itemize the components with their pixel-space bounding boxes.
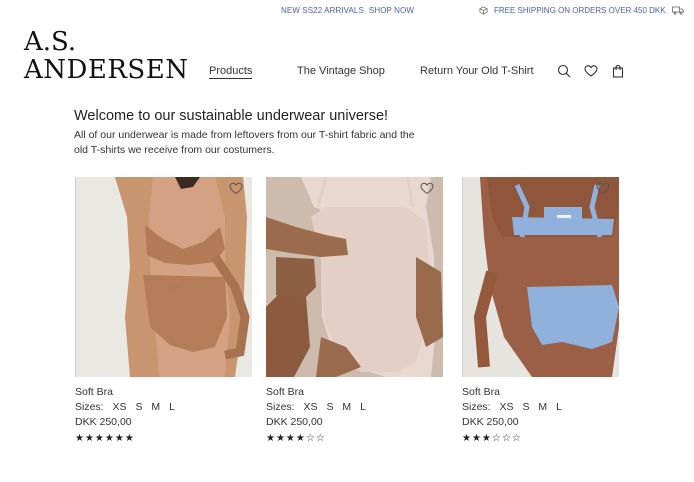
search-icon[interactable]	[557, 64, 571, 78]
product-price: DKK 250,00	[266, 416, 323, 428]
shipping-text: FREE SHIPPING ON ORDERS OVER 450 DKK	[494, 6, 666, 15]
nav-products[interactable]: Products	[209, 65, 253, 79]
promo-new-arrivals: NEW SS22 ARRIVALS	[281, 6, 364, 15]
product-name[interactable]: Soft Bra	[266, 386, 443, 398]
product-price: DKK 250,00	[462, 416, 519, 428]
size-l[interactable]: L	[360, 401, 366, 413]
sizes-label: Sizes:	[75, 401, 104, 413]
size-s[interactable]: S	[326, 401, 333, 413]
size-s[interactable]: S	[135, 401, 142, 413]
shipping-notice: FREE SHIPPING ON ORDERS OVER 450 DKK	[479, 6, 684, 15]
product-card[interactable]: Soft Bra Sizes: XS S M L DKK 250,00 ★★★★…	[266, 177, 443, 444]
shop-now-link[interactable]: SHOP NOW	[369, 6, 414, 15]
size-xs[interactable]: XS	[113, 401, 127, 413]
size-xs[interactable]: XS	[500, 401, 514, 413]
size-m[interactable]: M	[342, 401, 351, 413]
page-title: Welcome to our sustainable underwear uni…	[74, 108, 389, 124]
bag-icon[interactable]	[611, 64, 625, 78]
wishlist-heart-icon[interactable]	[420, 182, 434, 195]
size-options: Sizes: XS S M L	[75, 401, 252, 413]
size-l[interactable]: L	[169, 401, 175, 413]
product-name[interactable]: Soft Bra	[75, 386, 252, 398]
header-icons	[557, 64, 625, 78]
size-options: Sizes: XS S M L	[462, 401, 619, 413]
product-card[interactable]: Soft Bra Sizes: XS S M L DKK 250,00 ★★★☆…	[462, 177, 619, 444]
rating-stars: ★★★★★★	[75, 433, 135, 444]
logo-line-1: A.S.	[24, 27, 77, 57]
size-options: Sizes: XS S M L	[266, 401, 443, 413]
product-image[interactable]	[75, 177, 252, 377]
promo-banner: NEW SS22 ARRIVALS SHOP NOW	[281, 6, 414, 15]
nav-vintage-shop[interactable]: The Vintage Shop	[297, 65, 385, 77]
truck-icon	[671, 6, 684, 15]
rating-stars: ★★★★☆☆	[266, 433, 326, 444]
announcement-bar: NEW SS22 ARRIVALS SHOP NOW FREE SHIPPING …	[0, 0, 694, 22]
product-image[interactable]	[462, 177, 619, 377]
product-price: DKK 250,00	[75, 416, 132, 428]
intro-text: All of our underwear is made from leftov…	[74, 129, 415, 156]
brand-logo[interactable]: A.S. ANDERSEN	[24, 28, 188, 84]
box-icon	[479, 6, 488, 15]
size-l[interactable]: L	[556, 401, 562, 413]
sizes-label: Sizes:	[462, 401, 491, 413]
product-card[interactable]: Soft Bra Sizes: XS S M L DKK 250,00 ★★★★…	[75, 177, 252, 444]
size-m[interactable]: M	[538, 401, 547, 413]
logo-line-2: ANDERSEN	[24, 55, 189, 85]
product-image[interactable]	[266, 177, 443, 377]
heart-icon[interactable]	[584, 64, 598, 78]
size-s[interactable]: S	[522, 401, 529, 413]
wishlist-heart-icon[interactable]	[229, 182, 243, 195]
nav-return-tshirt[interactable]: Return Your Old T-Shirt	[420, 65, 534, 77]
size-m[interactable]: M	[151, 401, 160, 413]
rating-stars: ★★★☆☆☆	[462, 433, 522, 444]
size-xs[interactable]: XS	[304, 401, 318, 413]
sizes-label: Sizes:	[266, 401, 295, 413]
product-name[interactable]: Soft Bra	[462, 386, 619, 398]
intro-section: Welcome to our sustainable underwear uni…	[74, 108, 419, 158]
wishlist-heart-icon[interactable]	[596, 182, 610, 195]
